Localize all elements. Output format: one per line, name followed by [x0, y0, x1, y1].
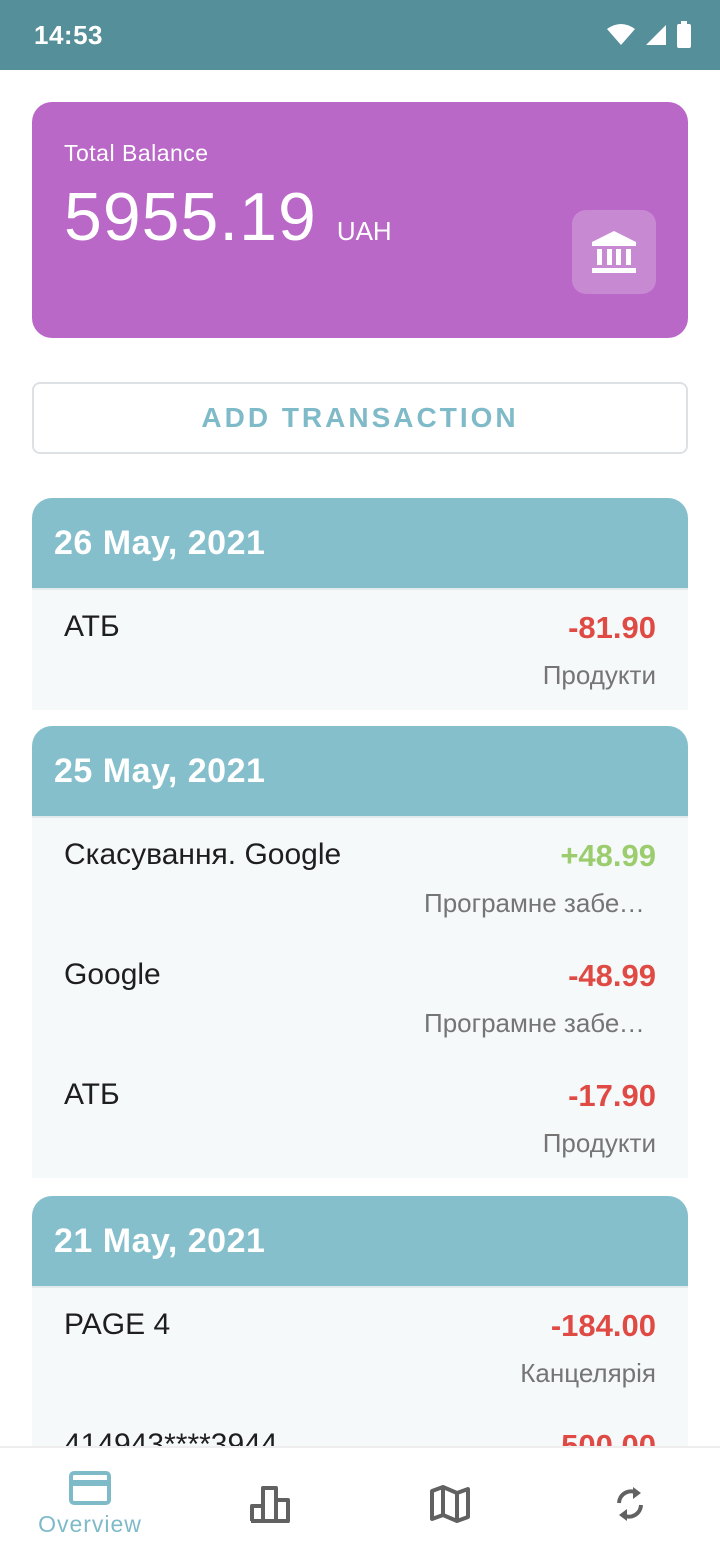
status-bar: 14:53: [0, 0, 720, 70]
transaction-amount: -500.00: [550, 1428, 656, 1446]
transaction-item[interactable]: 414943****3944 -500.00: [32, 1408, 688, 1446]
bar-chart-icon: [250, 1486, 290, 1523]
balance-currency: UAH: [336, 216, 392, 246]
sync-icon: [617, 1487, 643, 1521]
day-group: 26 May, 2021 АТБ -81.90 Продукти: [32, 498, 688, 710]
day-date-header: 21 May, 2021: [32, 1196, 688, 1288]
day-group: 21 May, 2021 PAGE 4 -184.00 Канцелярія 4…: [32, 1196, 688, 1446]
credit-card-icon: [69, 1470, 111, 1505]
transaction-amount: -48.99: [568, 958, 656, 993]
transactions-scroll[interactable]: Total Balance 5955.19 UAH ADD TRANSACTIO…: [0, 70, 720, 1446]
nav-sync[interactable]: [540, 1448, 720, 1560]
add-transaction-button[interactable]: ADD TRANSACTION: [32, 382, 688, 454]
transaction-item[interactable]: Google -48.99 Програмне забезпечення: [32, 938, 688, 1058]
transaction-category: Канцелярія: [520, 1358, 656, 1388]
transaction-name: АТБ: [64, 610, 120, 643]
transaction-item[interactable]: АТБ -17.90 Продукти: [32, 1058, 688, 1178]
transaction-amount: -184.00: [550, 1308, 656, 1343]
transaction-category: Програмне забезпечення: [424, 888, 656, 918]
total-balance-card: Total Balance 5955.19 UAH: [32, 102, 688, 338]
wifi-icon: [607, 24, 635, 45]
bank-button[interactable]: [572, 210, 656, 294]
transaction-category: Продукти: [542, 1128, 656, 1158]
transaction-amount: -17.90: [568, 1078, 656, 1113]
status-icons: [606, 21, 692, 49]
nav-statistics[interactable]: [180, 1448, 360, 1560]
cell-signal-icon: [646, 25, 666, 45]
transaction-item[interactable]: PAGE 4 -184.00 Канцелярія: [32, 1288, 688, 1408]
status-time: 14:53: [34, 19, 103, 50]
battery-icon: [677, 21, 691, 48]
transaction-item[interactable]: Скасування. Google +48.99 Програмне забе…: [32, 818, 688, 938]
balance-label: Total Balance: [64, 140, 209, 166]
transaction-name: АТБ: [64, 1078, 120, 1111]
map-icon: [430, 1485, 470, 1523]
transaction-name: 414943****3944: [64, 1428, 278, 1446]
transaction-name: Скасування. Google: [64, 838, 342, 871]
day-date-header: 26 May, 2021: [32, 498, 688, 590]
transaction-name: PAGE 4: [64, 1308, 171, 1341]
bottom-navigation: Overview: [0, 1446, 720, 1560]
transaction-category: Програмне забезпечення: [424, 1008, 656, 1038]
bank-icon: [592, 231, 636, 273]
day-date-header: 25 May, 2021: [32, 726, 688, 818]
transaction-amount: +48.99: [560, 838, 656, 873]
balance-amount: 5955.19: [64, 179, 317, 255]
nav-map[interactable]: [360, 1448, 540, 1560]
day-group: 25 May, 2021 Скасування. Google +48.99 П…: [32, 726, 688, 1178]
transaction-item[interactable]: АТБ -81.90 Продукти: [32, 590, 688, 710]
balance-row: 5955.19 UAH: [64, 178, 392, 256]
transaction-name: Google: [64, 958, 161, 991]
nav-overview-label: Overview: [38, 1510, 142, 1537]
transaction-category: Продукти: [542, 660, 656, 690]
transaction-amount: -81.90: [568, 610, 656, 645]
nav-overview[interactable]: Overview: [0, 1448, 180, 1560]
